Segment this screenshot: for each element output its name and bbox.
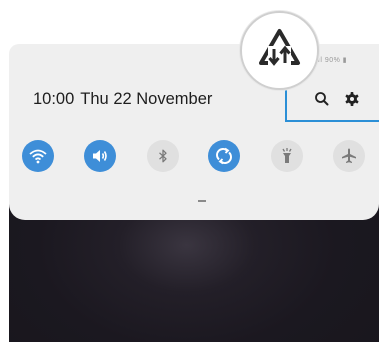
magnified-indicator: [240, 11, 319, 90]
panel-datetime: 10:00 Thu 22 November: [33, 90, 212, 109]
quick-panel: [9, 44, 379, 220]
sound-toggle[interactable]: [84, 140, 116, 172]
search-icon[interactable]: [313, 90, 331, 108]
clock-time[interactable]: 10:00: [33, 90, 74, 108]
flashlight-toggle[interactable]: [271, 140, 303, 172]
clock-date[interactable]: Thu 22 November: [80, 90, 212, 108]
airplane-icon: [342, 148, 356, 163]
callout-line: [285, 120, 379, 122]
bluetooth-toggle[interactable]: [147, 140, 179, 172]
gear-icon[interactable]: [343, 90, 361, 108]
bluetooth-icon: [159, 149, 167, 163]
auto-rotate-toggle[interactable]: [208, 140, 240, 172]
volume-icon: [93, 150, 107, 162]
flashlight-icon: [282, 148, 292, 163]
panel-drag-handle[interactable]: [198, 200, 206, 202]
wifi-toggle[interactable]: [22, 140, 54, 172]
wifi-icon: [29, 149, 47, 164]
airplane-toggle[interactable]: [333, 140, 365, 172]
auto-rotate-icon: [216, 147, 232, 165]
data-sync-arrows-icon: [259, 29, 300, 66]
